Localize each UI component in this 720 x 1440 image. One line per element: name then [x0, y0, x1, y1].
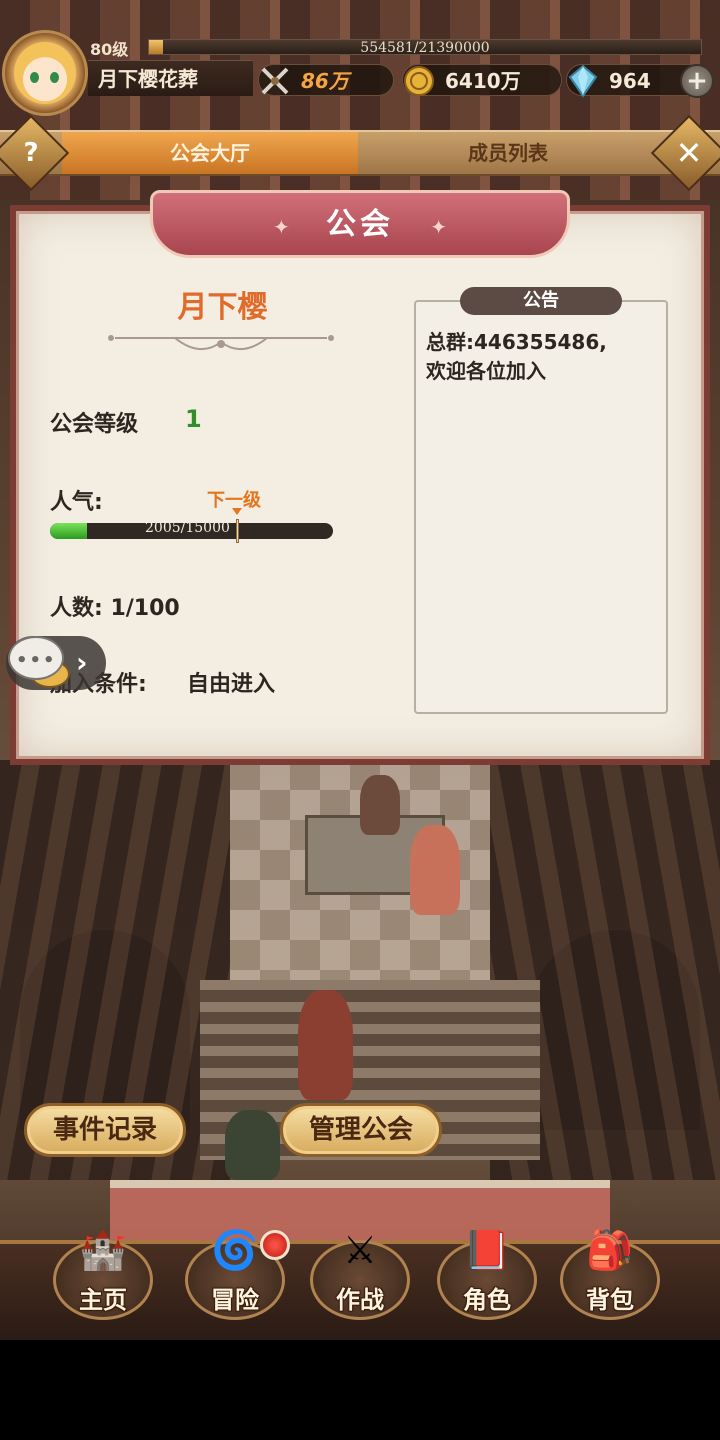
help-icon: ? — [23, 138, 39, 168]
background-npc — [225, 1110, 280, 1180]
player-level: 80级 — [90, 40, 129, 59]
gold-pill: 6410万 — [402, 64, 562, 96]
guild-name: 月下樱 — [177, 290, 268, 325]
chat-dots-icon: ••• — [16, 650, 57, 671]
gem-value: 964 — [609, 69, 651, 93]
ornament-divider-icon — [108, 335, 334, 350]
nav-bag-label: 背包 — [586, 1286, 634, 1314]
chevron-right-icon[interactable]: › — [76, 646, 88, 679]
gold-value: 6410万 — [445, 69, 521, 93]
notice-tag: 公告 — [460, 287, 622, 315]
background-npc — [410, 825, 460, 915]
panel-title: 公会 — [326, 207, 394, 242]
player-name: 月下樱花葬 — [98, 67, 198, 91]
background-npc — [298, 990, 353, 1100]
level-exp-row: 80级 554581/21390000 — [88, 36, 708, 59]
member-count: 人数: 1/100 — [50, 596, 180, 621]
nav-adventure-label: 冒险 — [211, 1286, 259, 1314]
join-condition-value: 自由进入 — [187, 672, 276, 697]
power-pill: 86万 — [258, 64, 394, 96]
crossed-swords-icon — [255, 61, 295, 101]
flourish-right-icon: ✦ — [430, 215, 447, 239]
sword-girl-icon: ⚔ — [342, 1228, 378, 1272]
tab-member-list[interactable]: 成员列表 — [358, 132, 658, 174]
popularity-text: 2005/15000 — [145, 520, 230, 536]
nav-battle-label: 作战 — [336, 1286, 384, 1314]
notification-dot-icon — [260, 1230, 290, 1260]
screen-bottom-bar — [0, 1340, 720, 1440]
gold-coin-icon — [399, 61, 439, 101]
manage-guild-button[interactable]: 管理公会 — [280, 1103, 442, 1157]
avatar-eye-right — [50, 72, 59, 83]
power-value: 86万 — [301, 69, 349, 93]
popularity-bar-fill — [50, 523, 87, 539]
gem-crystal-icon — [563, 61, 603, 101]
next-level-marker-icon — [232, 508, 242, 515]
guild-tab-bar: 公会大厅 成员列表 — [0, 130, 720, 176]
guild-level-value: 1 — [185, 405, 202, 433]
nav-home[interactable]: 🏰 主页 — [48, 1220, 158, 1330]
next-level-threshold-marker — [236, 519, 239, 543]
player-avatar[interactable] — [2, 30, 88, 116]
character-book-icon: 📕 — [463, 1228, 511, 1272]
popularity-label: 人气: — [50, 490, 103, 515]
avatar-face — [14, 42, 76, 104]
backpack-icon: 🎒 — [586, 1228, 634, 1272]
tab-guild-hall[interactable]: 公会大厅 — [62, 132, 358, 174]
background-npc — [360, 775, 400, 835]
winged-statue-icon: 🏰 — [79, 1228, 127, 1272]
portal-icon: 🌀 — [211, 1228, 259, 1272]
avatar-eye-left — [30, 72, 39, 83]
close-icon: ✕ — [675, 134, 703, 172]
nav-home-label: 主页 — [79, 1286, 127, 1314]
panel-title-banner: ✦ 公会 ✦ — [150, 190, 570, 258]
nav-character[interactable]: 📕 角色 — [432, 1220, 542, 1330]
nav-character-label: 角色 — [463, 1286, 511, 1314]
event-log-button[interactable]: 事件记录 — [24, 1103, 186, 1157]
exp-bar: 554581/21390000 — [148, 39, 702, 56]
exp-text: 554581/21390000 — [360, 40, 490, 56]
guild-level-label: 公会等级 — [50, 412, 139, 437]
player-name-strip: 月下樱花葬 — [88, 60, 253, 96]
nav-battle[interactable]: ⚔ 作战 — [305, 1220, 415, 1330]
nav-bag[interactable]: 🎒 背包 — [555, 1220, 665, 1330]
notice-text: 总群:446355486, 欢迎各位加入 — [426, 330, 607, 383]
add-currency-button[interactable]: + — [680, 64, 714, 98]
